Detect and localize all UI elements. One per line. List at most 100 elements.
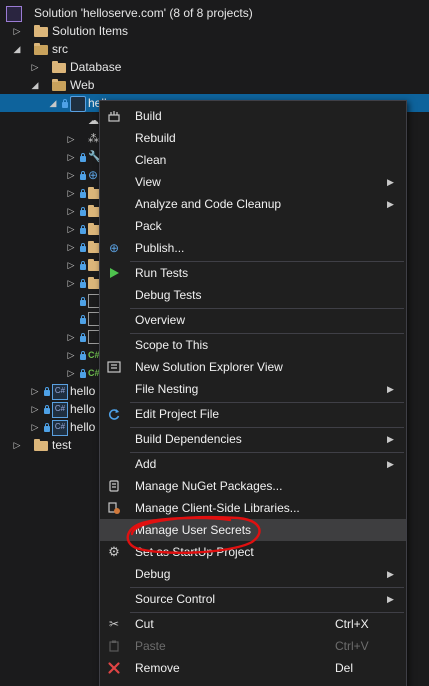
menu-item-clean[interactable]: Clean — [100, 149, 406, 171]
web-project-icon — [70, 96, 86, 112]
lock-icon — [80, 351, 86, 360]
tree-row-solution[interactable]: Solution 'helloserve.com' (8 of 8 projec… — [0, 4, 429, 22]
menu-item-label: Manage Client-Side Libraries... — [135, 501, 300, 515]
menu-item-paste[interactable]: Paste Ctrl+V — [100, 635, 406, 657]
submenu-arrow-icon: ▶ — [387, 434, 394, 444]
menu-item-publish[interactable]: ⊕ Publish... — [100, 237, 406, 259]
menu-item-label: Scope to This — [135, 338, 209, 352]
expand-arrow-icon[interactable]: ▷ — [66, 202, 76, 220]
expand-arrow-icon[interactable]: ▷ — [66, 238, 76, 256]
lock-icon — [80, 315, 86, 324]
tree-item-label: hello — [70, 420, 96, 434]
menu-item-analyze[interactable]: Analyze and Code Cleanup ▶ — [100, 193, 406, 215]
menu-item-set-startup[interactable]: ⚙ Set as StartUp Project — [100, 541, 406, 563]
lock-icon — [80, 207, 86, 216]
tree-item-label: Database — [70, 60, 122, 74]
menu-item-label: Paste — [135, 639, 166, 653]
expand-arrow-icon[interactable]: ▷ — [66, 166, 76, 184]
menu-item-manage-nuget[interactable]: Manage NuGet Packages... — [100, 475, 406, 497]
folder-open-icon — [34, 43, 48, 55]
tree-item-label: hello — [70, 402, 96, 416]
menu-item-manage-user-secrets[interactable]: Manage User Secrets — [100, 519, 406, 541]
expand-arrow-icon[interactable]: ▷ — [30, 418, 40, 436]
menu-item-label: Manage NuGet Packages... — [135, 479, 283, 493]
menu-item-cut[interactable]: ✂ Cut Ctrl+X — [100, 613, 406, 635]
submenu-arrow-icon: ▶ — [387, 384, 394, 394]
collapse-arrow-icon[interactable]: ◢ — [12, 40, 22, 58]
tree-item-label: test — [52, 438, 72, 452]
tree-item-label: Web — [70, 78, 95, 92]
solution-label: Solution 'helloserve.com' (8 of 8 projec… — [34, 6, 253, 20]
lock-icon — [44, 405, 50, 414]
folder-icon — [34, 25, 48, 37]
menu-item-add[interactable]: Add ▶ — [100, 453, 406, 475]
menu-item-manage-client-libs[interactable]: Manage Client-Side Libraries... — [100, 497, 406, 519]
lock-icon — [80, 189, 86, 198]
menu-item-scope-to-this[interactable]: Scope to This — [100, 334, 406, 356]
menu-item-build-dependencies[interactable]: Build Dependencies ▶ — [100, 428, 406, 450]
expand-arrow-icon[interactable]: ▷ — [12, 22, 22, 40]
menu-item-run-tests[interactable]: Run Tests — [100, 262, 406, 284]
expand-arrow-icon[interactable]: ▷ — [66, 148, 76, 166]
lock-icon — [80, 225, 86, 234]
menu-item-edit-project-file[interactable]: Edit Project File — [100, 403, 406, 425]
menu-shortcut: Del — [335, 661, 354, 675]
expand-arrow-icon[interactable]: ▷ — [66, 130, 76, 148]
expand-arrow-icon[interactable]: ▷ — [30, 58, 40, 76]
menu-item-build[interactable]: Build — [100, 105, 406, 127]
expand-arrow-icon[interactable]: ▷ — [66, 184, 76, 202]
lock-icon — [80, 369, 86, 378]
menu-item-source-control[interactable]: Source Control ▶ — [100, 588, 406, 610]
tree-item-label: hello — [70, 384, 96, 398]
tree-row-solution-items[interactable]: ▷ Solution Items — [0, 22, 429, 40]
menu-item-file-nesting[interactable]: File Nesting ▶ — [100, 378, 406, 400]
menu-item-overview[interactable]: Overview — [100, 309, 406, 331]
paste-icon — [107, 639, 121, 653]
menu-item-label: Clean — [135, 153, 167, 167]
expand-arrow-icon[interactable]: ▷ — [66, 328, 76, 346]
expand-arrow-icon[interactable]: ▷ — [30, 400, 40, 418]
menu-item-label: Set as StartUp Project — [135, 545, 254, 559]
lock-icon — [80, 243, 86, 252]
menu-item-debug[interactable]: Debug ▶ — [100, 563, 406, 585]
menu-item-rebuild[interactable]: Rebuild — [100, 127, 406, 149]
menu-item-label: Publish... — [135, 241, 185, 255]
expand-arrow-icon[interactable]: ▷ — [66, 346, 76, 364]
expand-arrow-icon[interactable]: ▷ — [12, 436, 22, 454]
menu-item-label: Remove — [135, 661, 180, 675]
tree-row-database[interactable]: ▷ Database — [0, 58, 429, 76]
expand-arrow-icon[interactable]: ▷ — [66, 220, 76, 238]
menu-item-remove[interactable]: Remove Del — [100, 657, 406, 679]
lock-icon — [80, 279, 86, 288]
expand-arrow-icon[interactable]: ▷ — [66, 256, 76, 274]
lock-icon — [80, 333, 86, 342]
collapse-arrow-icon[interactable]: ◢ — [30, 76, 40, 94]
menu-item-label: Add — [135, 457, 157, 471]
lock-icon — [62, 99, 68, 108]
refresh-icon — [107, 407, 121, 421]
menu-item-label: Overview — [135, 313, 186, 327]
menu-item-new-view[interactable]: New Solution Explorer View — [100, 356, 406, 378]
tree-row-src[interactable]: ◢ src — [0, 40, 429, 58]
menu-item-label: View — [135, 175, 161, 189]
submenu-arrow-icon: ▶ — [387, 594, 394, 604]
remove-icon — [107, 661, 121, 675]
lock-icon — [44, 387, 50, 396]
submenu-arrow-icon: ▶ — [387, 199, 394, 209]
tree-row-web[interactable]: ◢ Web — [0, 76, 429, 94]
menu-item-view[interactable]: View ▶ — [100, 171, 406, 193]
menu-item-label: Manage User Secrets — [135, 523, 252, 537]
menu-item-label: Cut — [135, 617, 154, 631]
menu-item-debug-tests[interactable]: Debug Tests — [100, 284, 406, 306]
solution-icon — [6, 6, 22, 22]
expand-arrow-icon[interactable]: ▷ — [66, 274, 76, 292]
solution-explorer-window: Solution 'helloserve.com' (8 of 8 projec… — [0, 0, 429, 686]
menu-item-label: Source Control — [135, 592, 216, 606]
expand-arrow-icon[interactable]: ▷ — [66, 364, 76, 382]
collapse-arrow-icon[interactable]: ◢ — [48, 94, 58, 112]
menu-item-label: Debug Tests — [135, 288, 202, 302]
expand-arrow-icon[interactable]: ▷ — [30, 382, 40, 400]
menu-item-pack[interactable]: Pack — [100, 215, 406, 237]
menu-item-label: Edit Project File — [135, 407, 220, 421]
client-libs-icon — [107, 501, 121, 515]
